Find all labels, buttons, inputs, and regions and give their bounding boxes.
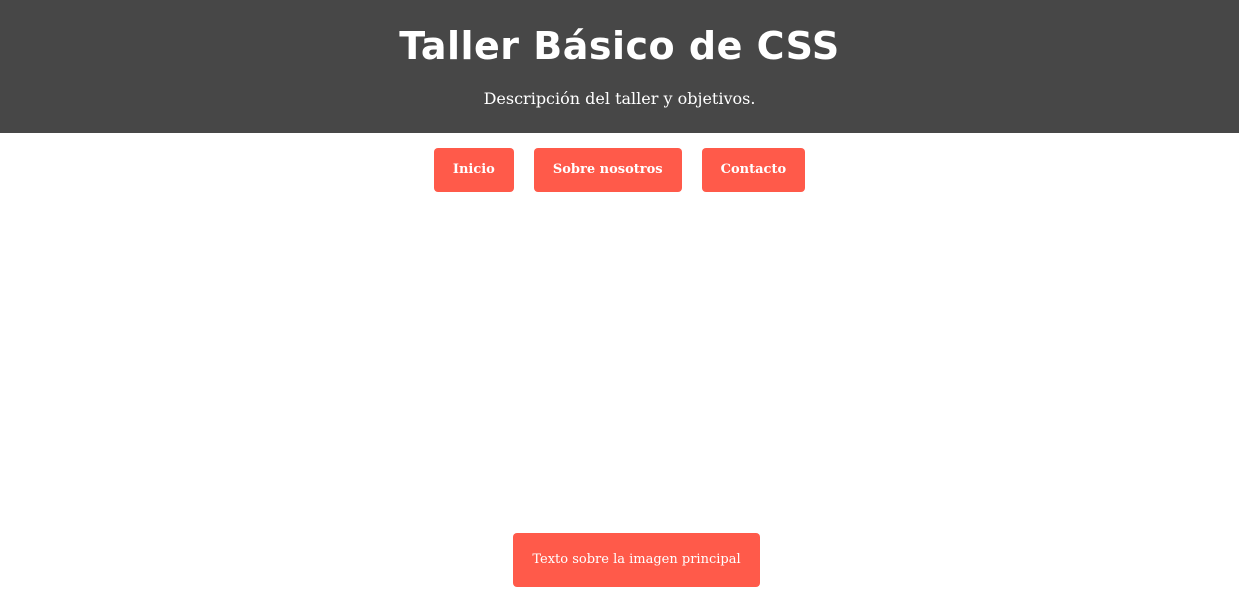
- hero-overlay-text: Texto sobre la imagen principal: [513, 533, 760, 587]
- nav-button-contacto[interactable]: Contacto: [701, 148, 806, 192]
- nav-button-inicio[interactable]: Inicio: [433, 148, 514, 192]
- page-description: Descripción del taller y objetivos.: [483, 89, 756, 108]
- page-title: Taller Básico de CSS: [399, 24, 840, 68]
- nav-button-sobre-nosotros[interactable]: Sobre nosotros: [533, 148, 682, 192]
- page-header: Taller Básico de CSS Descripción del tal…: [0, 0, 1239, 133]
- main-nav: Inicio Sobre nosotros Contacto: [0, 148, 1239, 192]
